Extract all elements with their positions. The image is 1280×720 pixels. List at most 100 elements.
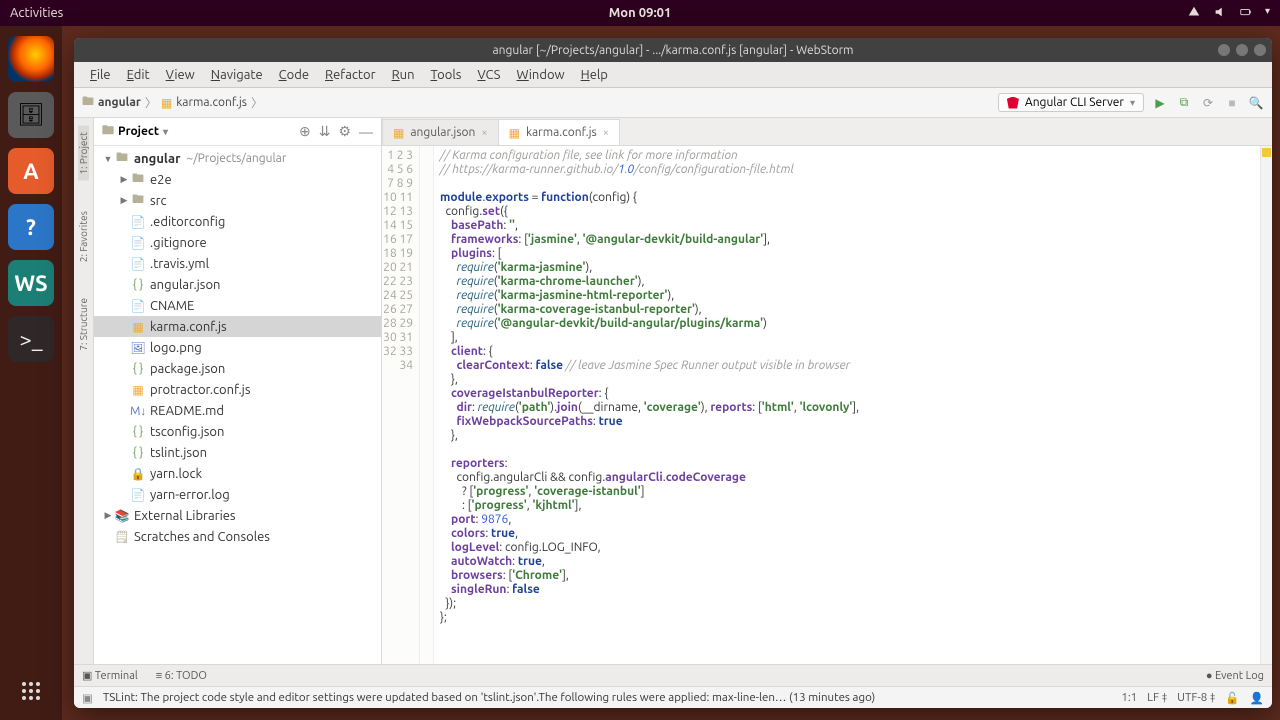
inspection-icon[interactable]: 👤 [1250, 691, 1264, 705]
project-panel-title-text: Project [118, 125, 159, 138]
chevron-down-icon[interactable]: ▾ [1265, 5, 1270, 22]
search-icon[interactable]: 🔍 [1248, 95, 1264, 111]
ubuntu-top-bar: Activities Mon 09:01 ▾ [0, 0, 1280, 26]
line-numbers: 1 2 3 4 5 6 7 8 9 10 11 12 13 14 15 16 1… [382, 146, 420, 664]
tool-tab-favorites[interactable]: 2: Favorites [78, 205, 89, 268]
readonly-icon[interactable]: 🔓 [1225, 691, 1239, 705]
todo-tab[interactable]: ≡ 6: TODO [156, 670, 207, 682]
menu-refactor[interactable]: Refactor [317, 68, 384, 82]
dock-apps-grid-icon[interactable] [22, 682, 40, 700]
clock[interactable]: Mon 09:01 [609, 6, 672, 20]
editor-tab[interactable]: ▦karma.conf.js× [498, 119, 620, 145]
menu-view[interactable]: View [158, 68, 203, 82]
breadcrumb-root[interactable]: angular [98, 96, 141, 109]
menu-window[interactable]: Window [508, 68, 572, 82]
hide-icon[interactable]: — [359, 124, 373, 140]
tree-item[interactable]: 📄.travis.yml [94, 253, 381, 274]
tree-item[interactable]: 📄.gitignore [94, 232, 381, 253]
tree-item[interactable]: ▦karma.conf.js [94, 316, 381, 337]
close-icon[interactable]: × [481, 127, 487, 139]
tool-tab-structure[interactable]: 7: Structure [78, 292, 89, 357]
tree-item[interactable]: M↓README.md [94, 400, 381, 421]
warning-marker[interactable] [1262, 148, 1271, 157]
coverage-button[interactable]: ⟳ [1200, 95, 1216, 111]
run-config-label: Angular CLI Server [1025, 96, 1124, 109]
breadcrumb-file[interactable]: karma.conf.js [176, 96, 247, 109]
editor-tab[interactable]: ▦angular.json× [382, 119, 499, 145]
battery-icon[interactable] [1239, 5, 1253, 22]
dock-webstorm-icon[interactable]: WS [8, 260, 54, 306]
event-log-tab[interactable]: ● Event Log [1206, 670, 1264, 682]
tool-tab-project[interactable]: 1: Project [78, 126, 89, 181]
line-separator[interactable]: LF ‡ [1147, 691, 1167, 705]
tree-item[interactable]: 🔒yarn.lock [94, 463, 381, 484]
tree-item[interactable]: { }angular.json [94, 274, 381, 295]
status-message: TSLint: The project code style and edito… [103, 691, 875, 704]
window-minimize-icon[interactable] [1218, 44, 1230, 56]
file-icon: ▦ [393, 126, 404, 140]
ubuntu-dock: 🗄 A ? WS >_ [0, 26, 62, 720]
gear-icon[interactable]: ⚙ [338, 123, 351, 140]
tree-item[interactable]: 📄CNAME [94, 295, 381, 316]
chevron-down-icon: ▾ [163, 126, 168, 138]
project-tool-window: 🖿 Project ▾ ⊕ ⇊ ⚙ — ▼🖿angular~/Projects/… [94, 118, 382, 664]
menu-run[interactable]: Run [384, 68, 423, 82]
dock-store-icon[interactable]: A [8, 148, 54, 194]
menu-tools[interactable]: Tools [423, 68, 470, 82]
tree-item[interactable]: ▶🖿src [94, 190, 381, 211]
dock-firefox-icon[interactable] [8, 36, 54, 82]
file-icon: ▦ [509, 126, 520, 140]
dock-files-icon[interactable]: 🗄 [8, 92, 54, 138]
volume-icon[interactable] [1213, 5, 1227, 22]
tree-item[interactable]: 📄.editorconfig [94, 211, 381, 232]
stop-button[interactable]: ■ [1224, 95, 1240, 111]
menu-navigate[interactable]: Navigate [203, 68, 271, 82]
folder-icon: 🖿 [102, 121, 114, 142]
collapse-icon[interactable]: ⇊ [319, 123, 331, 140]
angular-icon [1007, 97, 1019, 109]
close-icon[interactable]: × [603, 127, 609, 139]
window-close-icon[interactable] [1254, 44, 1266, 56]
tree-item[interactable]: 📄yarn-error.log [94, 484, 381, 505]
dock-help-icon[interactable]: ? [8, 204, 54, 250]
activities-label[interactable]: Activities [10, 6, 63, 20]
status-toggle-icon[interactable]: ▣ [82, 691, 93, 705]
caret-position[interactable]: 1:1 [1121, 691, 1137, 705]
tree-item[interactable]: { }package.json [94, 358, 381, 379]
tree-item[interactable]: ▦protractor.conf.js [94, 379, 381, 400]
window-title: angular [~/Projects/angular] - .../karma… [492, 44, 853, 57]
network-icon[interactable] [1187, 5, 1201, 22]
project-panel-title[interactable]: 🖿 Project ▾ [102, 121, 168, 142]
project-tree[interactable]: ▼🖿angular~/Projects/angular▶🖿e2e▶🖿src📄.e… [94, 146, 381, 664]
error-stripe[interactable] [1260, 146, 1272, 664]
menubar: FileEditViewNavigateCodeRefactorRunTools… [74, 62, 1272, 88]
code-editor[interactable]: // Karma configuration file, see link fo… [434, 146, 1260, 664]
tree-item[interactable]: { }tsconfig.json [94, 421, 381, 442]
chevron-down-icon: ▾ [1130, 97, 1135, 109]
menu-file[interactable]: File [82, 68, 119, 82]
tree-item[interactable]: ▶🖿e2e [94, 169, 381, 190]
debug-button[interactable]: ⧉ [1176, 95, 1192, 111]
tree-item[interactable]: 🖼logo.png [94, 337, 381, 358]
js-file-icon: ▦ [161, 96, 172, 110]
menu-code[interactable]: Code [271, 68, 317, 82]
window-titlebar[interactable]: angular [~/Projects/angular] - .../karma… [74, 38, 1272, 62]
file-encoding[interactable]: UTF-8 ‡ [1177, 691, 1215, 705]
dock-terminal-icon[interactable]: >_ [8, 316, 54, 362]
menu-edit[interactable]: Edit [119, 68, 158, 82]
fold-gutter[interactable] [420, 146, 434, 664]
locate-icon[interactable]: ⊕ [299, 123, 311, 140]
breadcrumb[interactable]: 🖿 angular 〉 ▦ karma.conf.js 〉 [82, 92, 263, 113]
run-config-selector[interactable]: Angular CLI Server ▾ [998, 93, 1144, 112]
menu-help[interactable]: Help [573, 68, 616, 82]
tree-item[interactable]: 🗒Scratches and Consoles [94, 526, 381, 547]
run-button[interactable]: ▶ [1152, 95, 1168, 111]
window-maximize-icon[interactable] [1236, 44, 1248, 56]
tree-item[interactable]: ▶📚External Libraries [94, 505, 381, 526]
menu-vcs[interactable]: VCS [469, 68, 508, 82]
tree-item[interactable]: { }tslint.json [94, 442, 381, 463]
folder-icon: 🖿 [82, 92, 94, 113]
chevron-right-icon: 〉 [145, 94, 157, 111]
terminal-tab[interactable]: ▣ Terminal [82, 669, 138, 682]
tree-item[interactable]: ▼🖿angular~/Projects/angular [94, 148, 381, 169]
